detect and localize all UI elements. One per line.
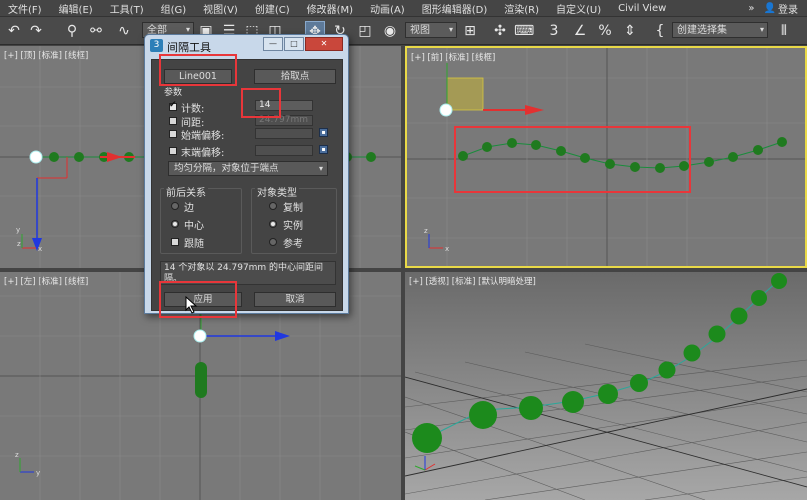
menu-group[interactable]: 组(G) [153, 1, 196, 16]
end-offset-label: 末端偏移: [181, 148, 225, 159]
type-instance-radio[interactable] [269, 220, 277, 228]
axis-x-label: x [445, 245, 449, 253]
spline-vertex [439, 103, 453, 117]
spline-vertex [193, 329, 207, 343]
context-centers-label: 中心 [184, 221, 204, 232]
type-reference-label: 参考 [283, 239, 303, 250]
named-selection-select[interactable]: 创建选择集 ▾ [672, 22, 768, 38]
menu-views[interactable]: 视图(V) [195, 1, 247, 16]
type-copy-label: 复制 [283, 203, 303, 214]
lock-icon[interactable]: ▪ [319, 145, 328, 154]
count-checkbox[interactable]: ✔ [169, 100, 177, 111]
highlight-count-box [241, 88, 281, 118]
angle-snap-icon[interactable]: ∠ [570, 21, 590, 41]
start-offset-label: 始端偏移: [181, 131, 225, 142]
minimize-button[interactable]: — [263, 37, 283, 51]
start-offset-checkbox[interactable] [169, 130, 177, 138]
distribution-value: 均匀分隔，对象位于端点 [174, 163, 279, 174]
menu-more-icon[interactable]: » [740, 3, 763, 14]
undo-icon[interactable]: ↶ [4, 21, 24, 41]
main-toolbar: ↶ ↷ ⚲ ⚯ ∿ 全部 ▾ ▣ ☰ ⬚ ◫ ✥ ↻ ◰ ◉ 视图 ▾ ⊞ ✣ ⌨ … [0, 17, 807, 45]
menu-animation[interactable]: 动画(A) [362, 1, 414, 16]
axis-z-label: z [424, 227, 428, 235]
spline-vertex [29, 150, 43, 164]
percent-snap-icon[interactable]: % [595, 21, 615, 41]
login-button[interactable]: 登录 [776, 1, 807, 16]
highlight-spheres-box [454, 126, 691, 193]
axis-y-label: y [16, 226, 20, 234]
close-button[interactable]: ✕ [305, 37, 343, 51]
edit-named-selection-icon[interactable]: { [650, 21, 670, 41]
gizmo-plane [446, 77, 484, 111]
reference-coord-value: 视图 [410, 25, 430, 36]
menu-modifiers[interactable]: 修改器(M) [299, 1, 362, 16]
redo-icon[interactable]: ↷ [26, 21, 46, 41]
object-type-group-label: 对象类型 [255, 184, 299, 199]
spaced-spheres-side [195, 362, 207, 398]
spacing-checkbox[interactable] [169, 117, 177, 125]
axis-tripod [414, 456, 436, 471]
context-group-label: 前后关系 [164, 184, 208, 199]
axis-tripod [428, 234, 443, 249]
menu-civil-view[interactable]: Civil View [610, 3, 675, 14]
maximize-button[interactable]: □ [284, 37, 304, 51]
end-offset-checkbox[interactable] [169, 147, 177, 155]
dialog-title: 间隔工具 [167, 41, 211, 54]
reference-coord-select[interactable]: 视图 ▾ [405, 22, 457, 38]
axis-z-label: z [17, 240, 21, 248]
axis-z-label: z [15, 451, 19, 459]
distribution-select[interactable]: 均匀分隔，对象位于端点 ▾ [168, 161, 328, 176]
viewport-front[interactable]: [+] [前] [标准] [线框] x z [405, 46, 807, 268]
highlight-path-button-box [159, 54, 237, 86]
menu-graph-editors[interactable]: 图形编辑器(D) [414, 1, 497, 16]
placement-icon[interactable]: ◉ [380, 21, 400, 41]
axis-y-label: y [36, 469, 40, 477]
chevron-down-icon: ▾ [448, 25, 453, 34]
count-label: 计数: [181, 104, 205, 115]
chevron-down-icon: ▾ [318, 164, 323, 173]
unlink-icon[interactable]: ⚯ [86, 21, 106, 41]
type-copy-radio[interactable] [269, 202, 277, 210]
context-edges-label: 边 [184, 203, 194, 214]
axis-x-label: x [38, 245, 42, 253]
checkmark-icon: ✔ [169, 100, 177, 110]
select-scale-icon[interactable]: ◰ [355, 21, 375, 41]
chevron-down-icon: ▾ [759, 25, 764, 34]
app-logo-icon: 3 [150, 39, 163, 52]
menu-customize[interactable]: 自定义(U) [548, 1, 610, 16]
bind-spacewarp-icon[interactable]: ∿ [114, 21, 134, 41]
select-manipulate-icon[interactable]: ✣ [490, 21, 510, 41]
viewport-perspective-scene [405, 273, 807, 500]
link-icon[interactable]: ⚲ [62, 21, 82, 41]
context-follow-label: 跟随 [184, 239, 204, 250]
snap-3d-icon[interactable]: 3 [544, 21, 564, 41]
menu-bar: 文件(F) 编辑(E) 工具(T) 组(G) 视图(V) 创建(C) 修改器(M… [0, 0, 807, 17]
context-centers-radio[interactable] [171, 220, 179, 228]
type-instance-label: 实例 [283, 221, 303, 232]
mirror-icon[interactable]: ⫴ [774, 21, 794, 41]
start-offset-spinner[interactable] [255, 128, 313, 139]
pivot-center-icon[interactable]: ⊞ [460, 21, 480, 41]
pick-points-button[interactable]: 拾取点 [254, 69, 336, 84]
axis-tripod [19, 458, 34, 473]
menu-tools[interactable]: 工具(T) [102, 1, 153, 16]
viewport-perspective[interactable]: [+] [透视] [标准] [默认明暗处理] [405, 272, 807, 500]
mouse-cursor-icon [185, 296, 198, 314]
menu-edit[interactable]: 编辑(E) [51, 1, 102, 16]
named-selection-value: 创建选择集 [677, 25, 727, 36]
keyboard-shortcut-icon[interactable]: ⌨ [514, 21, 534, 41]
spinner-snap-icon[interactable]: ⇕ [620, 21, 640, 41]
cancel-button[interactable]: 取消 [254, 292, 336, 307]
user-icon: 👤 [763, 2, 776, 14]
menu-rendering[interactable]: 渲染(R) [496, 1, 548, 16]
perspective-grid [405, 343, 807, 500]
end-offset-spinner[interactable] [255, 145, 313, 156]
follow-checkbox[interactable] [171, 238, 179, 246]
lock-icon[interactable]: ▪ [319, 128, 328, 137]
menu-create[interactable]: 创建(C) [247, 1, 299, 16]
params-label: 参数 [164, 88, 183, 98]
type-reference-radio[interactable] [269, 238, 277, 246]
context-edges-radio[interactable] [171, 202, 179, 210]
menu-file[interactable]: 文件(F) [0, 1, 51, 16]
